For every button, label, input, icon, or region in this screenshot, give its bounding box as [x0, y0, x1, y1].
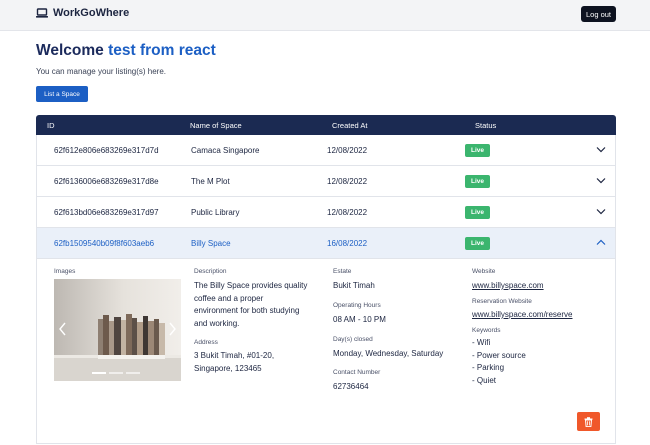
cell-created: 12/08/2022: [327, 208, 368, 217]
description-label: Description: [194, 268, 227, 275]
estate-value: Bukit Timah: [333, 281, 375, 290]
keyword-item: - Power source: [472, 350, 526, 360]
website-label: Website: [472, 268, 496, 275]
cell-id: 62f6136006e683269e317d8e: [54, 177, 159, 186]
status-badge: Live: [465, 175, 490, 188]
header-name: Name of Space: [190, 121, 242, 130]
header-created: Created At: [332, 121, 368, 130]
header-status: Status: [475, 121, 497, 130]
list-a-space-button[interactable]: List a Space: [36, 86, 88, 102]
chevron-right-icon[interactable]: [167, 321, 177, 337]
laptop-icon: [36, 8, 48, 18]
carousel-indicator[interactable]: [92, 372, 106, 374]
table-header: ID Name of Space Created At Status: [36, 115, 616, 135]
contact-label: Contact Number: [333, 369, 381, 376]
welcome-prefix: Welcome: [36, 42, 104, 59]
keywords-list: - Wifi - Power source - Parking - Quiet: [472, 337, 526, 387]
keyword-item: - Wifi: [472, 338, 491, 347]
description-line: coffee and a proper: [194, 293, 264, 303]
table-row[interactable]: 62f612e806e683269e317d7d Camaca Singapor…: [36, 135, 616, 166]
carousel-indicator[interactable]: [126, 372, 140, 374]
days-closed-value: Monday, Wednesday, Saturday: [333, 349, 444, 358]
keyword-item: - Parking: [472, 363, 505, 372]
keyword-item: - Quiet: [472, 375, 497, 385]
address-line: Singapore, 123465: [194, 363, 262, 373]
cell-created: 12/08/2022: [327, 177, 368, 186]
chevron-left-icon[interactable]: [58, 321, 68, 337]
description-line: and working.: [194, 318, 240, 328]
carousel-image: [54, 279, 181, 381]
description-line: The Billy Space provides quality: [194, 281, 308, 290]
description-text: The Billy Space provides quality coffee …: [194, 280, 329, 330]
cell-name: The M Plot: [191, 177, 230, 186]
cell-created: 12/08/2022: [327, 146, 368, 155]
chevron-down-icon[interactable]: [596, 146, 606, 153]
page-title: Welcome test from react: [36, 42, 216, 60]
chevron-up-icon[interactable]: [596, 239, 606, 246]
carousel-indicators: [92, 372, 140, 374]
status-badge: Live: [465, 237, 490, 250]
description-line: environment for both studying: [194, 306, 300, 315]
keywords-label: Keywords: [472, 327, 501, 334]
image-carousel[interactable]: [54, 279, 181, 381]
status-badge: Live: [465, 144, 490, 157]
chevron-down-icon[interactable]: [596, 208, 606, 215]
website-link[interactable]: www.billyspace.com: [472, 280, 544, 293]
header-id: ID: [47, 121, 55, 130]
hours-label: Operating Hours: [333, 302, 381, 309]
reservation-label: Reservation Website: [472, 298, 532, 305]
cell-name: Public Library: [191, 208, 240, 217]
table-row-expanded[interactable]: 62fb1509540b09f8f603aeb6 Billy Space 16/…: [36, 228, 616, 259]
brand-name: WorkGoWhere: [53, 7, 130, 19]
address-line: 3 Bukit Timah, #01-20,: [194, 351, 275, 360]
listings-table: ID Name of Space Created At Status 62f61…: [36, 115, 616, 444]
status-badge: Live: [465, 206, 490, 219]
cell-name: Camaca Singapore: [191, 146, 260, 155]
carousel-indicator[interactable]: [109, 372, 123, 374]
logout-button[interactable]: Log out: [581, 6, 616, 22]
table-row[interactable]: 62f6136006e683269e317d8e The M Plot 12/0…: [36, 166, 616, 197]
table-row[interactable]: 62f613bd06e683269e317d97 Public Library …: [36, 197, 616, 228]
cell-id: 62fb1509540b09f8f603aeb6: [54, 239, 155, 248]
trash-icon: [584, 416, 593, 427]
chevron-down-icon[interactable]: [596, 177, 606, 184]
estate-label: Estate: [333, 268, 352, 275]
images-label: Images: [54, 268, 76, 275]
reservation-link[interactable]: www.billyspace.com/reserve: [472, 309, 572, 322]
cell-name: Billy Space: [191, 239, 231, 248]
address-text: 3 Bukit Timah, #01-20, Singapore, 123465: [194, 350, 329, 375]
cell-id: 62f612e806e683269e317d7d: [54, 146, 159, 155]
contact-value: 62736464: [333, 382, 369, 391]
page-subtitle: You can manage your listing(s) here.: [36, 67, 166, 76]
listing-detail-panel: Images Description The Billy Space provi…: [36, 259, 616, 444]
days-closed-label: Day(s) closed: [333, 336, 373, 343]
welcome-username: test from react: [108, 42, 216, 59]
address-label: Address: [194, 339, 218, 346]
cell-created: 16/08/2022: [327, 239, 368, 248]
brand[interactable]: WorkGoWhere: [36, 7, 129, 19]
cell-id: 62f613bd06e683269e317d97: [54, 208, 159, 217]
navbar: WorkGoWhere Log out: [0, 0, 650, 31]
delete-button[interactable]: [577, 412, 600, 431]
hours-value: 08 AM - 10 PM: [333, 315, 386, 324]
